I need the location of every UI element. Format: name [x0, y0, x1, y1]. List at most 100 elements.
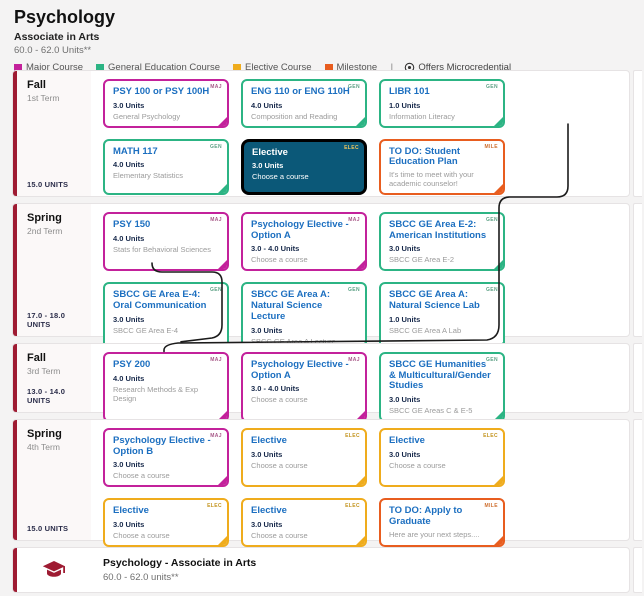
program-map: Fall1st Term15.0 UNITSMAJPSY 100 or PSY …: [0, 70, 644, 541]
course-card[interactable]: MAJPsychology Elective - Option B3.0 Uni…: [103, 428, 229, 487]
term-cards: MAJPSY 100 or PSY 100H3.0 UnitsGeneral P…: [91, 71, 629, 196]
card-category-badge: GEN: [210, 144, 222, 150]
card-units: 4.0 Units: [251, 101, 358, 110]
card-category-badge: MAJ: [348, 217, 360, 223]
footer-degree-units: 60.0 - 62.0 units**: [103, 572, 256, 583]
card-subtitle: Research Methods & Exp Design: [113, 385, 220, 403]
term-info: Fall3rd Term13.0 - 14.0 UNITS: [17, 344, 91, 412]
card-category-badge: GEN: [486, 357, 498, 363]
course-card[interactable]: ELECElective3.0 UnitsChoose a course: [241, 139, 367, 195]
card-units: 3.0 Units: [113, 460, 220, 469]
card-category-badge: MAJ: [210, 217, 222, 223]
term-label: 4th Term: [27, 442, 89, 452]
course-card[interactable]: ELECElective3.0 UnitsChoose a course: [379, 428, 505, 487]
card-units: 3.0 - 4.0 Units: [251, 244, 358, 253]
corner-fold-icon: [355, 116, 366, 127]
term-season: Spring: [27, 212, 89, 224]
card-units: 4.0 Units: [113, 234, 220, 243]
card-title: SBCC GE Area E-4: Oral Communication: [113, 290, 220, 311]
card-category-badge: MILE: [484, 503, 498, 509]
course-card[interactable]: MAJPSY 1504.0 UnitsStats for Behavioral …: [103, 212, 229, 271]
card-subtitle: Choose a course: [251, 531, 358, 540]
page-title: Psychology: [14, 8, 644, 27]
term-cards: MAJPsychology Elective - Option B3.0 Uni…: [91, 420, 629, 540]
card-title: Psychology Elective - Option A: [251, 220, 358, 241]
card-title: Elective: [113, 506, 220, 517]
course-card[interactable]: GENMATH 1174.0 UnitsElementary Statistic…: [103, 139, 229, 195]
term-cards: MAJPSY 1504.0 UnitsStats for Behavioral …: [91, 204, 629, 336]
corner-fold-icon: [355, 259, 366, 270]
card-subtitle: Composition and Reading: [251, 112, 358, 121]
card-subtitle: Choose a course: [251, 255, 358, 264]
degree-subtitle: Associate in Arts: [14, 31, 644, 43]
card-units: 3.0 Units: [389, 244, 496, 253]
graduation-cap-icon: [42, 560, 66, 580]
card-title: SBCC GE Area A: Natural Science Lecture: [251, 290, 358, 322]
term-cards: MAJPSY 2004.0 UnitsResearch Methods & Ex…: [91, 344, 629, 412]
course-card[interactable]: MAJPsychology Elective - Option A3.0 - 4…: [241, 352, 367, 422]
course-card[interactable]: ELECElective3.0 UnitsChoose a course: [103, 498, 229, 547]
corner-fold-icon: [354, 182, 365, 193]
page-header: Psychology Associate in Arts 60.0 - 62.0…: [0, 0, 644, 70]
card-units: 3.0 - 4.0 Units: [251, 384, 358, 393]
corner-fold-icon: [493, 116, 504, 127]
footer-text-col: Psychology - Associate in Arts 60.0 - 62…: [91, 548, 256, 592]
degree-summary-row: Psychology - Associate in Arts 60.0 - 62…: [12, 547, 630, 593]
term-label: 1st Term: [27, 93, 89, 103]
card-title: PSY 200: [113, 360, 220, 371]
card-title: ENG 110 or ENG 110H: [251, 87, 358, 98]
card-subtitle: SBCC GE Area E-4: [113, 326, 220, 335]
corner-fold-icon: [493, 259, 504, 270]
card-category-badge: MILE: [484, 144, 498, 150]
card-title: Elective: [251, 506, 358, 517]
course-card[interactable]: GENENG 110 or ENG 110H 4.0 Units Compositi…: [241, 79, 367, 128]
card-category-badge: ELEC: [483, 433, 498, 439]
card-category-badge: MAJ: [210, 433, 222, 439]
course-card[interactable]: GENSBCC GE Humanities & Multicultural/Ge…: [379, 352, 505, 422]
milestone-card[interactable]: MILETO DO: Student Education PlanIt's ti…: [379, 139, 505, 195]
card-title: Psychology Elective - Option A: [251, 360, 358, 381]
card-units: 3.0 Units: [252, 161, 357, 170]
corner-fold-icon: [493, 475, 504, 486]
card-category-badge: ELEC: [344, 145, 359, 151]
card-subtitle: Choose a course: [251, 395, 358, 404]
card-subtitle: SBCC GE Area A Lab: [389, 326, 496, 335]
course-card[interactable]: MAJPsychology Elective - Option A 3.0 - 4…: [241, 212, 367, 271]
course-card[interactable]: MAJPSY 2004.0 UnitsResearch Methods & Ex…: [103, 352, 229, 422]
course-card[interactable]: MAJPSY 100 or PSY 100H3.0 UnitsGeneral P…: [103, 79, 229, 128]
milestone-card[interactable]: MILETO DO: Apply to GraduateHere are you…: [379, 498, 505, 547]
card-category-badge: GEN: [486, 287, 498, 293]
course-card[interactable]: GENLIBR 1011.0 UnitsInformation Literacy: [379, 79, 505, 128]
corner-fold-icon: [217, 183, 228, 194]
corner-fold-icon: [217, 259, 228, 270]
card-units: 3.0 Units: [389, 395, 496, 404]
term-units-total: 15.0 UNITS: [27, 180, 89, 189]
card-units: 1.0 Units: [389, 315, 496, 324]
card-units: 1.0 Units: [389, 101, 496, 110]
card-title: LIBR 101: [389, 87, 496, 98]
course-card[interactable]: GENSBCC GE Area E-2: American Institutio…: [379, 212, 505, 271]
card-subtitle: Choose a course: [113, 531, 220, 540]
corner-fold-icon: [355, 475, 366, 486]
card-subtitle: Choose a course: [251, 461, 358, 470]
card-title: Elective: [389, 436, 496, 447]
course-card[interactable]: ELECElective3.0 UnitsChoose a course: [241, 498, 367, 547]
card-title: Elective: [252, 148, 357, 159]
card-subtitle: Elementary Statistics: [113, 171, 220, 180]
term-info: Fall1st Term15.0 UNITS: [17, 71, 91, 196]
card-units: 3.0 Units: [113, 520, 220, 529]
card-category-badge: ELEC: [345, 433, 360, 439]
course-card[interactable]: ELECElective3.0 UnitsChoose a course: [241, 428, 367, 487]
card-subtitle: SBCC GE Areas C & E-5: [389, 406, 496, 415]
card-units: 3.0 Units: [251, 326, 358, 335]
card-subtitle: General Psychology: [113, 112, 220, 121]
card-category-badge: GEN: [210, 287, 222, 293]
corner-fold-icon: [217, 116, 228, 127]
card-category-badge: GEN: [348, 287, 360, 293]
term-info: Spring4th Term15.0 UNITS: [17, 420, 91, 540]
card-category-badge: GEN: [486, 217, 498, 223]
term-row: Spring4th Term15.0 UNITSMAJPsychology El…: [12, 419, 630, 541]
card-category-badge: GEN: [348, 84, 360, 90]
degree-units: 60.0 - 62.0 Units**: [14, 45, 644, 56]
card-units: 3.0 Units: [113, 101, 220, 110]
